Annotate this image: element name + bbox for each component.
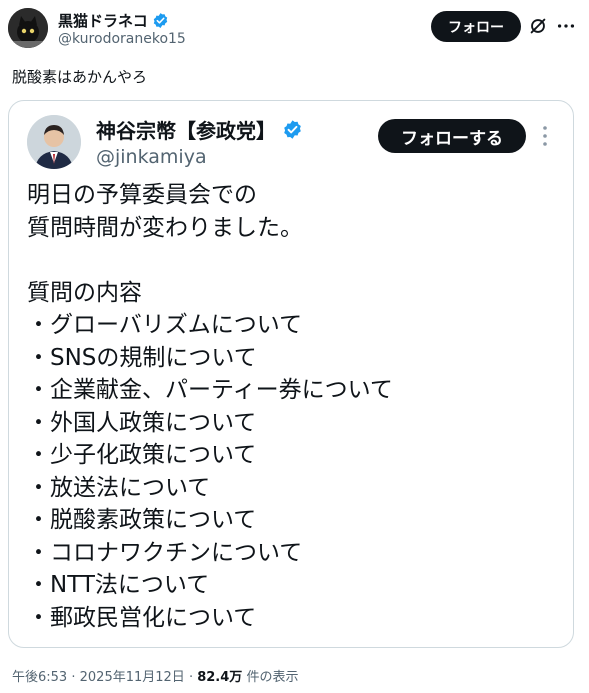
question-list-item: 脱酸素政策について bbox=[27, 504, 393, 537]
more-dots-icon[interactable] bbox=[555, 15, 577, 37]
verified-badge-icon bbox=[153, 13, 167, 28]
tweet-date[interactable]: 2025年11月12日 bbox=[80, 670, 185, 685]
author-name-row[interactable]: 黒猫ドラネコ bbox=[58, 10, 169, 31]
tweet-time[interactable]: 午後6:53 bbox=[12, 670, 67, 685]
question-list-item: コロナワクチンについて bbox=[27, 537, 393, 570]
tweet-text: 脱酸素はあかんやろ bbox=[12, 68, 148, 86]
question-list-item: NTT法について bbox=[27, 569, 393, 602]
more-vertical-icon[interactable] bbox=[535, 123, 555, 149]
meta-separator: · bbox=[71, 670, 76, 685]
quoted-blank-line bbox=[27, 244, 393, 277]
quoted-tweet-body: 明日の予算委員会での 質問時間が変わりました。 質問の内容 グローバリズムについ… bbox=[27, 179, 393, 634]
author-display-name[interactable]: 黒猫ドラネコ bbox=[58, 10, 148, 31]
tweet-meta: 午後6:53 · 2025年11月12日 · 82.4万 件の表示 bbox=[12, 666, 298, 685]
question-list-item: 企業献金、パーティー券について bbox=[27, 374, 393, 407]
follow-button[interactable]: フォロー bbox=[431, 11, 521, 42]
question-list-item: 放送法について bbox=[27, 472, 393, 505]
question-list-title: 質問の内容 bbox=[27, 279, 142, 306]
question-list-item: SNSの規制について bbox=[27, 342, 393, 375]
quoted-handle[interactable]: @jinkamiya bbox=[96, 146, 207, 168]
question-list-item: 外国人政策について bbox=[27, 407, 393, 440]
question-list-item: 少子化政策について bbox=[27, 439, 393, 472]
meta-separator: · bbox=[188, 670, 194, 685]
author-avatar[interactable] bbox=[8, 8, 48, 48]
quoted-author-avatar[interactable] bbox=[27, 115, 81, 169]
quoted-tweet-card[interactable]: 神谷宗幣【参政党】 @jinkamiya フォローする 明日の予算委員会での 質… bbox=[8, 100, 574, 648]
view-count: 82.4万 bbox=[197, 670, 243, 685]
quoted-follow-button[interactable]: フォローする bbox=[378, 119, 526, 153]
quoted-intro-line: 質問時間が変わりました。 bbox=[27, 214, 303, 241]
view-count-label: 件の表示 bbox=[246, 670, 299, 685]
question-list-item: 郵政民営化について bbox=[27, 602, 393, 635]
grok-icon[interactable] bbox=[527, 15, 549, 37]
question-list-item: グローバリズムについて bbox=[27, 309, 393, 342]
quoted-intro-line: 明日の予算委員会での bbox=[27, 182, 257, 208]
quoted-display-name[interactable]: 神谷宗幣【参政党】 bbox=[96, 115, 276, 144]
author-handle[interactable]: @kurodoraneko15 bbox=[58, 31, 186, 47]
quoted-name-row[interactable]: 神谷宗幣【参政党】 bbox=[96, 115, 303, 144]
verified-badge-icon bbox=[284, 120, 301, 139]
